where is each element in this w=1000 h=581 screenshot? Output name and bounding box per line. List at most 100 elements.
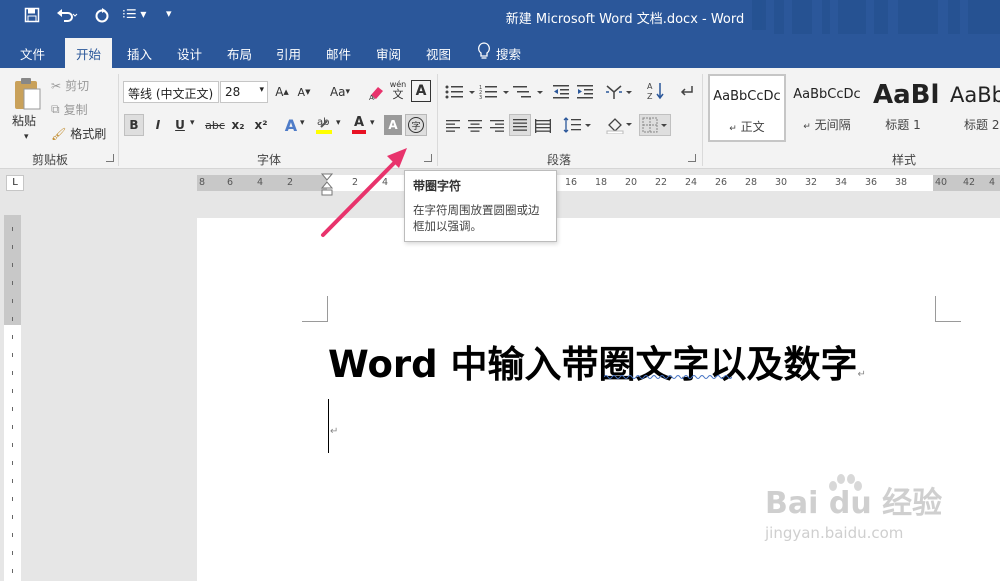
ruler-tick: 36 <box>865 177 878 188</box>
ruler-tick: 2 <box>287 177 294 188</box>
style-normal[interactable]: AaBbCcDc ↵ 正文 <box>708 74 786 142</box>
chevron-down-icon[interactable]: ▾ <box>370 118 375 128</box>
ruler-tick: 30 <box>775 177 788 188</box>
save-icon[interactable] <box>24 7 40 27</box>
align-right-icon[interactable] <box>488 116 506 136</box>
tab-file[interactable]: 文件 <box>20 44 45 63</box>
tab-insert[interactable]: 插入 <box>127 44 152 63</box>
paw-logo-icon <box>829 474 862 491</box>
borders-icon[interactable] <box>639 114 671 136</box>
distributed-icon[interactable] <box>534 116 552 136</box>
italic-button[interactable]: I <box>150 114 166 136</box>
paste-icon[interactable] <box>10 76 44 112</box>
baidu-watermark: Bai du 经验 jingyan.baidu.com <box>765 474 942 542</box>
bold-button[interactable]: B <box>124 114 144 136</box>
tab-view[interactable]: 视图 <box>426 44 451 63</box>
vertical-ruler[interactable] <box>4 215 21 581</box>
line-spacing-icon[interactable] <box>562 114 594 136</box>
ruler-tick: 34 <box>835 177 848 188</box>
style-heading-2[interactable]: AaBb 标题 2 <box>944 74 1000 142</box>
tab-review[interactable]: 审阅 <box>376 44 401 63</box>
style-no-spacing[interactable]: AaBbCcDc ↵ 无间隔 <box>788 74 866 142</box>
scissors-icon: ✂ <box>51 78 62 93</box>
highlight-icon[interactable]: ab <box>314 112 334 136</box>
show-marks-icon[interactable] <box>677 82 695 102</box>
paragraph-mark-icon: ↵ <box>330 426 339 437</box>
chevron-down-icon[interactable]: ▾ <box>300 118 305 128</box>
tab-selector[interactable]: L <box>6 175 24 191</box>
paste-dropdown-icon[interactable]: ▾ <box>24 132 29 142</box>
quick-access-more-icon[interactable]: ▾ <box>166 7 172 20</box>
svg-text:A: A <box>369 94 374 101</box>
chevron-down-icon: ▾ <box>259 85 264 95</box>
chevron-down-icon[interactable]: ▾ <box>190 118 195 128</box>
tooltip-title: 带圈字符 <box>413 179 462 193</box>
tab-design[interactable]: 设计 <box>177 44 202 63</box>
strikethrough-button[interactable]: abc <box>204 114 226 136</box>
multilevel-list-icon[interactable] <box>512 82 546 102</box>
lightbulb-icon[interactable] <box>477 42 491 63</box>
ruler-tick: 4 <box>989 177 996 188</box>
paste-button[interactable]: 粘贴 <box>12 112 36 129</box>
justify-icon[interactable] <box>509 114 531 136</box>
cut-button[interactable]: ✂ 剪切 <box>51 77 89 94</box>
tab-mailings[interactable]: 邮件 <box>326 44 351 63</box>
bullets-icon[interactable] <box>444 82 478 102</box>
ruler-tick: 8 <box>199 177 206 188</box>
group-divider <box>118 74 119 166</box>
clear-format-icon[interactable]: A <box>367 82 387 102</box>
copy-icon: ⧉ <box>51 102 60 116</box>
proofing-underline <box>604 375 732 379</box>
numbering-icon[interactable]: 123 <box>478 82 512 102</box>
grow-font-icon[interactable]: A ▲ <box>274 82 290 102</box>
character-shading-icon[interactable]: A <box>384 115 402 135</box>
ruler-tick: 38 <box>895 177 908 188</box>
font-group-label: 字体 <box>257 153 282 167</box>
style-heading-1[interactable]: AaBl 标题 1 <box>868 74 938 142</box>
ruler-tick: 28 <box>745 177 758 188</box>
list-customize-icon[interactable]: ⁝☰ ▾ <box>122 7 146 21</box>
tab-layout[interactable]: 布局 <box>227 44 252 63</box>
document-heading[interactable]: Word 中输入带圈文字以及数字↵ <box>328 334 866 388</box>
font-name-dropdown[interactable]: 等线 (中文正文) <box>123 81 219 103</box>
ruler-tick: 24 <box>685 177 698 188</box>
character-border-icon[interactable]: A <box>411 80 431 102</box>
shrink-font-icon[interactable]: A ▼ <box>296 82 312 102</box>
shading-icon[interactable] <box>605 114 635 136</box>
ribbon-tab-bar: 文件 开始 插入 设计 布局 引用 邮件 审阅 视图 搜索 <box>0 34 1000 68</box>
font-size-dropdown[interactable]: 28 ▾ <box>220 81 268 103</box>
ruler-tick: 16 <box>565 177 578 188</box>
tell-me-search[interactable]: 搜索 <box>496 44 521 63</box>
enclose-characters-tooltip: 带圈字符 在字符周围放置圆圈或边框加以强调。 <box>404 170 557 242</box>
styles-group-label: 样式 <box>892 153 917 167</box>
chinese-layout-icon[interactable] <box>604 82 634 102</box>
ruler-tick: 26 <box>715 177 728 188</box>
chevron-down-icon[interactable]: ▾ <box>336 118 341 128</box>
align-left-icon[interactable] <box>444 116 462 136</box>
tab-home[interactable]: 开始 <box>65 38 113 68</box>
underline-button[interactable]: U <box>172 114 188 136</box>
sort-icon[interactable]: AZ <box>646 80 666 102</box>
undo-icon[interactable] <box>56 7 78 27</box>
superscript-button[interactable]: x² <box>252 114 270 136</box>
subscript-button[interactable]: x₂ <box>229 114 247 136</box>
paragraph-launcher-icon[interactable] <box>688 154 696 162</box>
ruler-tick: 42 <box>963 177 976 188</box>
phonetic-guide-button[interactable]: wén 文 <box>388 78 408 102</box>
enclose-characters-button[interactable]: 字 <box>405 114 427 136</box>
font-launcher-icon[interactable] <box>424 154 432 162</box>
text-effects-icon[interactable]: A <box>282 114 300 136</box>
align-center-icon[interactable] <box>466 116 484 136</box>
font-color-icon[interactable]: A <box>350 112 368 136</box>
increase-indent-icon[interactable] <box>576 82 594 102</box>
crop-mark <box>935 296 961 322</box>
copy-button[interactable]: ⧉ 复制 <box>51 101 88 118</box>
change-case-button[interactable]: Aa ▾ <box>326 82 354 102</box>
tab-references[interactable]: 引用 <box>276 44 301 63</box>
group-divider <box>702 74 703 166</box>
paragraph-mark-icon: ↵ <box>857 369 866 380</box>
clipboard-launcher-icon[interactable] <box>106 154 114 162</box>
format-painter-button[interactable]: 🖌 格式刷 <box>51 125 106 142</box>
redo-icon[interactable] <box>94 7 110 27</box>
decrease-indent-icon[interactable] <box>552 82 570 102</box>
